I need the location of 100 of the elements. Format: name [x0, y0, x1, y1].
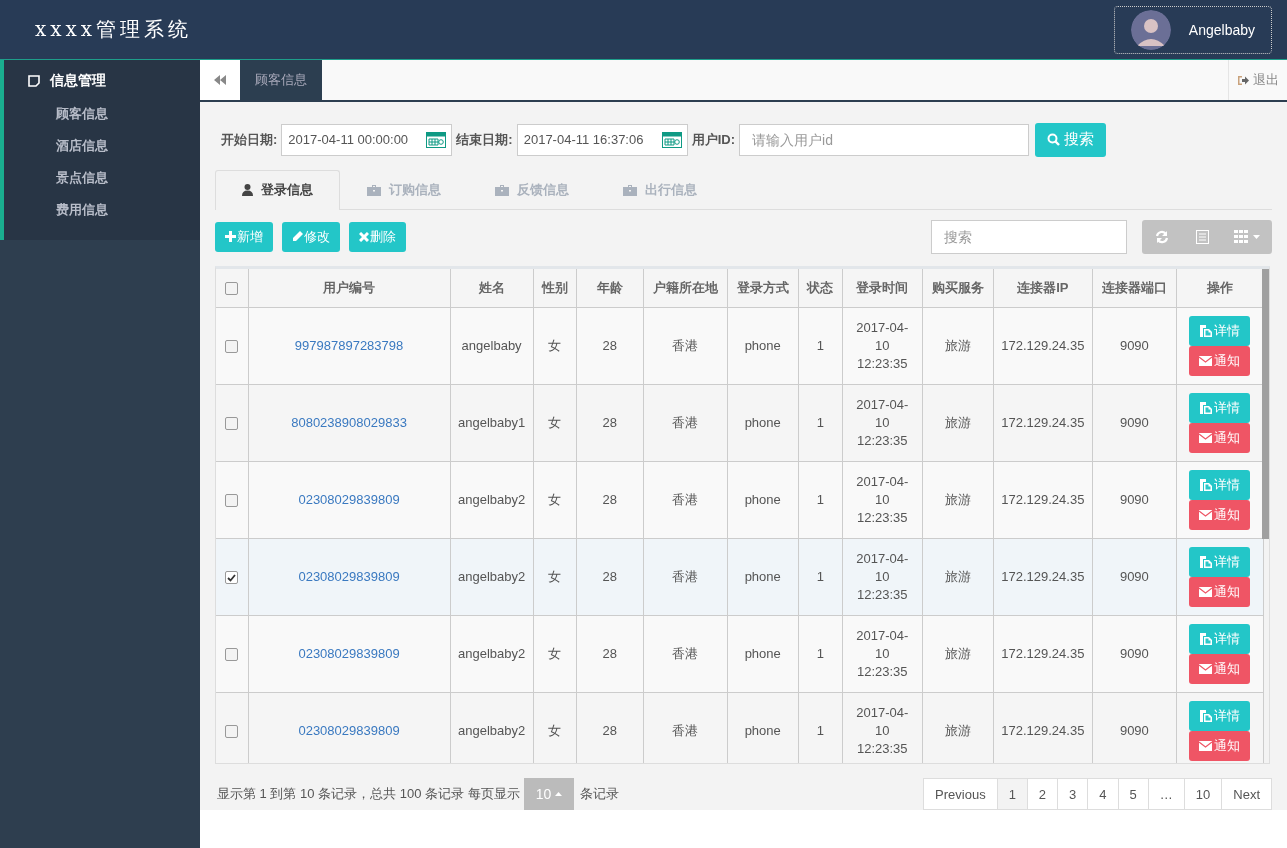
- table-cell: angelbaby2: [458, 646, 526, 662]
- page-button[interactable]: 4: [1087, 778, 1119, 810]
- table-cell: 172.129.24.35: [1001, 415, 1085, 431]
- notify-button[interactable]: 通知: [1189, 653, 1251, 684]
- page-tab[interactable]: 顾客信息: [240, 60, 322, 100]
- row-checkbox[interactable]: [225, 725, 239, 739]
- pencil-icon: [292, 231, 303, 243]
- caret-icon: [555, 792, 563, 796]
- scrollbar-thumb[interactable]: [1262, 268, 1269, 539]
- user-id-field[interactable]: 请输入用户id: [739, 123, 1030, 156]
- table-cell-text: 2017-04-10 12:23:35: [855, 549, 910, 604]
- table-cell: 28: [602, 723, 617, 739]
- caret-icon: [1253, 234, 1260, 239]
- table-cell-text: 2017-04-10 12:23:35: [855, 472, 910, 527]
- user-icon: [242, 184, 253, 197]
- row-checkbox[interactable]: [225, 648, 239, 662]
- page-button[interactable]: 10: [1183, 778, 1223, 810]
- document-icon: [1199, 324, 1212, 337]
- sidebar-group[interactable]: 信息管理: [4, 70, 130, 92]
- table-cell: 旅游: [944, 337, 971, 353]
- table-cell: angelbaby2: [458, 569, 526, 585]
- column-header: 连接器端口: [1101, 279, 1167, 295]
- envelope-icon: [1199, 432, 1213, 443]
- exit-icon: [1237, 74, 1249, 86]
- user-id-link[interactable]: 8080238908029833: [291, 415, 407, 431]
- table-cell: 1: [816, 569, 824, 585]
- table-cell: 1: [816, 646, 824, 662]
- column-header: 用户编号: [323, 279, 376, 295]
- user-id-link[interactable]: 02308029839809: [298, 492, 400, 508]
- refresh-icon: [1155, 229, 1169, 244]
- sidebar-item[interactable]: 酒店信息: [4, 130, 160, 162]
- row-checkbox[interactable]: [225, 340, 239, 354]
- table-cell: 172.129.24.35: [1001, 492, 1085, 508]
- column-header: 连接器IP: [1017, 279, 1069, 295]
- table-cell-text: 2017-04-10 12:23:35: [855, 703, 910, 758]
- table-cell: 旅游: [944, 491, 971, 507]
- page-button[interactable]: …: [1147, 778, 1185, 810]
- table-cell: 女: [548, 722, 562, 738]
- table-cell: phone: [744, 415, 781, 431]
- user-id-link[interactable]: 02308029839809: [298, 723, 400, 739]
- close-icon: [359, 231, 369, 242]
- table-cell: 旅游: [944, 645, 971, 661]
- page-button[interactable]: Previous: [923, 778, 998, 810]
- note-icon: [28, 75, 40, 87]
- table-cell: 香港: [672, 722, 699, 738]
- sidebar-item[interactable]: 顾客信息: [4, 98, 160, 130]
- table-cell: 香港: [672, 645, 699, 661]
- select-all-checkbox[interactable]: [225, 282, 239, 296]
- table-cell: angelbaby: [461, 338, 522, 354]
- table-cell: 28: [602, 415, 617, 431]
- table-cell: 172.129.24.35: [1001, 723, 1085, 739]
- filter-label: 结束日期:: [456, 130, 513, 149]
- page-button[interactable]: 1: [996, 778, 1028, 810]
- user-id-link[interactable]: 02308029839809: [298, 569, 400, 585]
- page-button[interactable]: 3: [1057, 778, 1089, 810]
- notify-button[interactable]: 通知: [1189, 730, 1251, 761]
- record-suffix: 条记录: [580, 785, 620, 803]
- column-header: 户籍所在地: [652, 279, 718, 295]
- sidebar-item[interactable]: 景点信息: [4, 162, 160, 194]
- table-cell-text: 2017-04-10 12:23:35: [855, 318, 910, 373]
- envelope-icon: [1199, 663, 1213, 674]
- page-button[interactable]: 5: [1117, 778, 1149, 810]
- user-id-link[interactable]: 02308029839809: [298, 646, 400, 662]
- table-cell: angelbaby1: [458, 415, 526, 431]
- document-icon: [1199, 632, 1212, 645]
- row-checkbox[interactable]: [225, 417, 239, 431]
- notify-button[interactable]: 通知: [1189, 345, 1251, 376]
- table-cell: phone: [744, 646, 781, 662]
- notify-button[interactable]: 通知: [1189, 422, 1251, 453]
- sidebar-item[interactable]: 费用信息: [4, 194, 160, 226]
- page-button[interactable]: 2: [1026, 778, 1059, 810]
- table-cell: 9090: [1119, 646, 1149, 662]
- table-cell: 香港: [672, 568, 699, 584]
- page-button[interactable]: Next: [1221, 778, 1272, 810]
- row-checkbox[interactable]: [225, 571, 239, 585]
- app-title: xxxx管理系统: [35, 16, 193, 43]
- row-checkbox[interactable]: [225, 494, 239, 508]
- column-header: 登录时间: [856, 279, 909, 295]
- collapse-button[interactable]: [200, 60, 240, 100]
- table-cell: 28: [602, 646, 617, 662]
- envelope-icon: [1199, 355, 1213, 366]
- table-cell: phone: [744, 492, 781, 508]
- info-tab[interactable]: 登录信息: [215, 169, 340, 210]
- date-field[interactable]: 2017-04-11 00:00:00: [281, 123, 453, 156]
- notify-button[interactable]: 通知: [1189, 499, 1251, 530]
- record-summary: 显示第 1 到第 10 条记录，总共 100 条记录 每页显示: [217, 785, 520, 803]
- table-cell: phone: [744, 338, 781, 354]
- table-cell: 女: [548, 491, 562, 507]
- table-cell: 旅游: [944, 722, 971, 738]
- table-cell: 香港: [672, 337, 699, 353]
- table-cell: 172.129.24.35: [1001, 338, 1085, 354]
- document-icon: [1199, 478, 1212, 491]
- column-header: 购买服务: [931, 279, 984, 295]
- table-cell: 172.129.24.35: [1001, 646, 1085, 662]
- date-field[interactable]: 2017-04-11 16:37:06: [516, 123, 688, 156]
- table-search-field[interactable]: 搜索: [931, 219, 1127, 254]
- filter-label: 开始日期:: [221, 130, 278, 149]
- user-id-link[interactable]: 997987897283798: [294, 338, 404, 354]
- notify-button[interactable]: 通知: [1189, 576, 1251, 607]
- envelope-icon: [1199, 509, 1213, 520]
